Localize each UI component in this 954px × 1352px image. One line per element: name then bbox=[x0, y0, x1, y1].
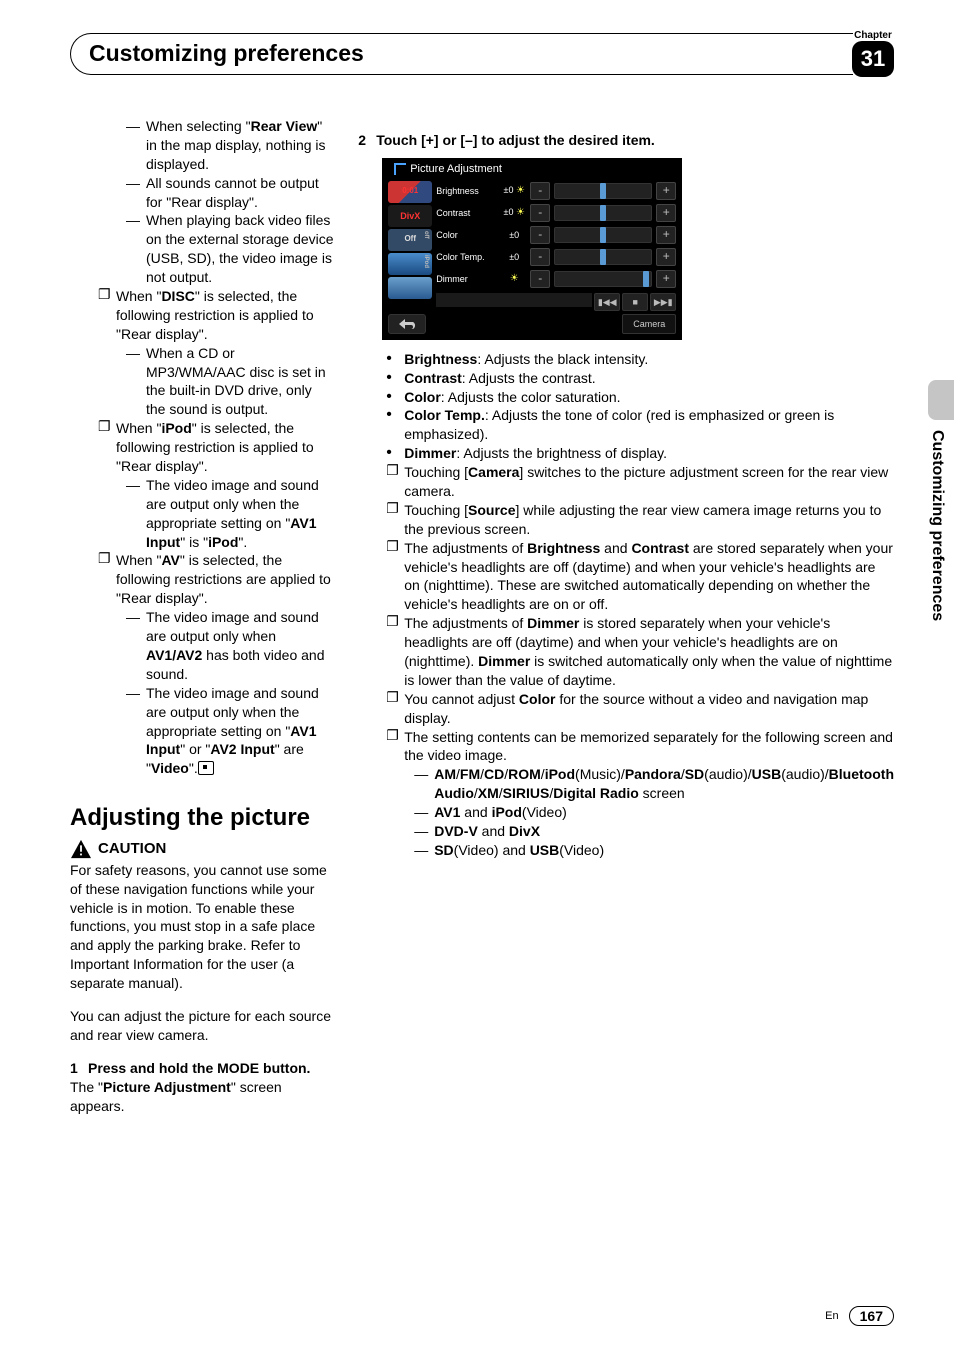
adj-row-color: Color ±0- + bbox=[436, 225, 676, 245]
next-icon[interactable]: ▶▶▮ bbox=[650, 293, 676, 311]
back-icon[interactable] bbox=[388, 314, 426, 334]
adj-label: Contrast bbox=[436, 207, 498, 219]
list-item: •Dimmer: Adjusts the brightness of displ… bbox=[386, 444, 894, 463]
adj-slider[interactable] bbox=[554, 205, 652, 221]
prev-icon[interactable]: ▮◀◀ bbox=[594, 293, 620, 311]
source-item-4[interactable]: iPod bbox=[388, 253, 432, 275]
adj-slider[interactable] bbox=[554, 271, 652, 287]
footer-lang: En bbox=[825, 1310, 838, 1322]
adj-value: ±0 bbox=[502, 251, 526, 263]
adj-label: Color Temp. bbox=[436, 251, 498, 263]
adj-value: ±0 ☀ bbox=[502, 206, 526, 220]
adj-row-dimmer: Dimmer ☀- + bbox=[436, 269, 676, 289]
caution-label: CAUTION bbox=[70, 839, 334, 859]
plus-button[interactable]: + bbox=[656, 182, 676, 200]
adj-slider[interactable] bbox=[554, 183, 652, 199]
list-item: —AM/FM/CD/ROM/iPod(Music)/Pandora/SD(aud… bbox=[414, 765, 894, 803]
sun-icon: ☀ bbox=[516, 185, 525, 196]
list-item: —DVD-V and DivX bbox=[414, 822, 894, 841]
stop-icon[interactable]: ■ bbox=[622, 293, 648, 311]
camera-button[interactable]: Camera bbox=[622, 314, 676, 334]
chapter-badge: Chapter 31 bbox=[852, 30, 894, 77]
list-item: •Color: Adjusts the color saturation. bbox=[386, 388, 894, 407]
minus-button[interactable]: - bbox=[530, 248, 550, 266]
minus-button[interactable]: - bbox=[530, 226, 550, 244]
chapter-label: Chapter bbox=[854, 30, 892, 41]
sun-icon: ☀ bbox=[516, 207, 525, 218]
caution-icon bbox=[70, 839, 92, 859]
list-item: •Color Temp.: Adjusts the tone of color … bbox=[386, 406, 894, 444]
right-column: 2Touch [+] or [–] to adjust the desired … bbox=[358, 117, 894, 1116]
sun-icon: ☀ bbox=[510, 273, 519, 284]
end-section-icon bbox=[198, 761, 214, 775]
step-1-body: The "Picture Adjustment" screen appears. bbox=[70, 1078, 334, 1116]
page-title: Customizing preferences bbox=[70, 33, 853, 75]
left-column: —When selecting "Rear View" in the map d… bbox=[70, 117, 334, 1116]
page-footer: En 167 bbox=[825, 1306, 894, 1326]
adj-row-contrast: Contrast ±0 ☀- + bbox=[436, 203, 676, 223]
adj-label: Color bbox=[436, 229, 498, 241]
picture-adjustment-screen: Picture Adjustment 0:01 DivX Offoff iPod… bbox=[382, 158, 682, 340]
adj-slider[interactable] bbox=[554, 249, 652, 265]
page-number: 167 bbox=[849, 1306, 894, 1326]
adj-value: ±0 bbox=[502, 229, 526, 241]
adj-value: ☀ bbox=[502, 272, 526, 286]
adj-row-brightness: Brightness ±0 ☀- + bbox=[436, 181, 676, 201]
plus-button[interactable]: + bbox=[656, 270, 676, 288]
adj-row-colortemp: Color Temp. ±0- + bbox=[436, 247, 676, 267]
adj-label: Brightness bbox=[436, 185, 498, 197]
minus-button[interactable]: - bbox=[530, 182, 550, 200]
adj-value: ±0 ☀ bbox=[502, 184, 526, 198]
source-divx[interactable]: DivX bbox=[388, 205, 432, 227]
plus-button[interactable]: + bbox=[656, 204, 676, 222]
list-item: —SD(Video) and USB(Video) bbox=[414, 841, 894, 860]
plus-button[interactable]: + bbox=[656, 226, 676, 244]
minus-button[interactable]: - bbox=[530, 204, 550, 222]
plus-button[interactable]: + bbox=[656, 248, 676, 266]
adj-label: Dimmer bbox=[436, 273, 498, 285]
step-1: 1Press and hold the MODE button. bbox=[70, 1059, 334, 1078]
source-item-5[interactable] bbox=[388, 277, 432, 299]
source-flag[interactable]: 0:01 bbox=[388, 181, 432, 203]
minus-button[interactable]: - bbox=[530, 270, 550, 288]
list-item: •Contrast: Adjusts the contrast. bbox=[386, 369, 894, 388]
step-2: 2Touch [+] or [–] to adjust the desired … bbox=[358, 131, 894, 150]
body-text: You can adjust the picture for each sour… bbox=[70, 1007, 334, 1045]
adj-slider[interactable] bbox=[554, 227, 652, 243]
caution-body: For safety reasons, you cannot use some … bbox=[70, 861, 334, 993]
source-off[interactable]: Offoff bbox=[388, 229, 432, 251]
side-tab-label: Customizing preferences bbox=[928, 426, 946, 621]
chapter-number: 31 bbox=[852, 41, 894, 77]
side-tab: Customizing preferences bbox=[928, 380, 954, 621]
list-item: •Brightness: Adjusts the black intensity… bbox=[386, 350, 894, 369]
screen-title: Picture Adjustment bbox=[388, 162, 676, 177]
list-item: —AV1 and iPod(Video) bbox=[414, 803, 894, 822]
section-heading: Adjusting the picture bbox=[70, 802, 334, 834]
